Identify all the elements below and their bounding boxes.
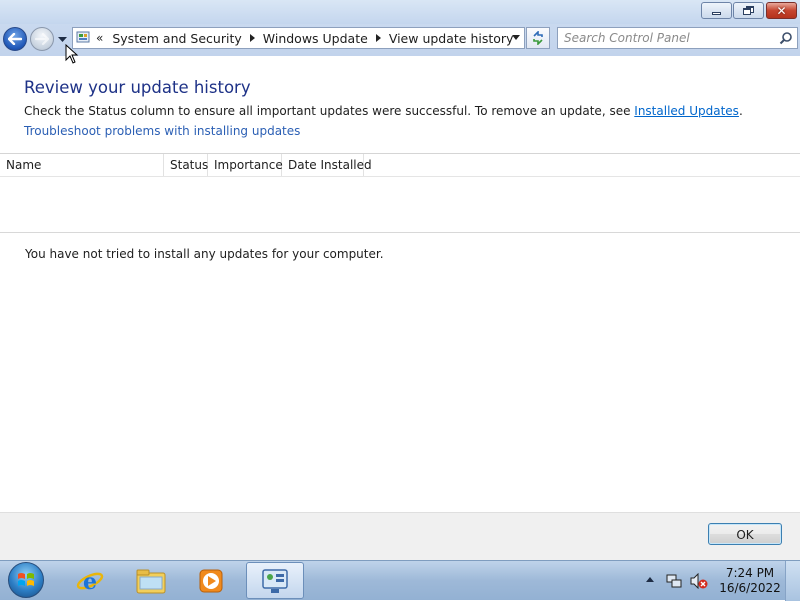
network-icon[interactable]	[666, 573, 682, 589]
windows-explorer-icon	[136, 569, 166, 594]
show-desktop-button[interactable]	[785, 561, 800, 601]
clock-time: 7:24 PM	[725, 566, 775, 580]
minimize-icon	[712, 12, 721, 15]
troubleshoot-link[interactable]: Troubleshoot problems with installing up…	[24, 124, 300, 138]
description-period: .	[738, 104, 743, 118]
back-button[interactable]	[3, 27, 27, 51]
close-icon: ✕	[776, 3, 787, 18]
dialog-footer: OK	[0, 512, 800, 560]
update-list-header: Name Status Importance Date Installed	[0, 153, 800, 177]
description-text: Check the Status column to ensure all im…	[24, 104, 635, 118]
svg-text:e: e	[83, 569, 97, 595]
empty-list-message: You have not tried to install any update…	[25, 247, 384, 261]
search-box[interactable]	[557, 27, 798, 49]
search-input[interactable]	[564, 30, 769, 46]
control-panel-taskbar-button[interactable]	[246, 562, 304, 599]
media-player-taskbar-button[interactable]	[184, 563, 238, 599]
page-title: Review your update history	[24, 78, 251, 97]
mouse-cursor-icon	[65, 44, 79, 64]
breadcrumb-view-update-history[interactable]: View update history	[389, 31, 514, 46]
breadcrumb-windows-update[interactable]: Windows Update	[263, 31, 368, 46]
column-header-importance[interactable]: Importance	[208, 154, 283, 176]
maximize-button[interactable]	[733, 2, 764, 19]
forward-button[interactable]	[30, 27, 54, 51]
internet-explorer-icon: e	[76, 569, 104, 595]
restore-icon	[743, 6, 754, 15]
refresh-button[interactable]	[526, 27, 550, 49]
search-icon[interactable]	[779, 31, 793, 45]
show-hidden-icons-icon[interactable]	[646, 577, 654, 582]
taskbar: e 7:24 PM 16/6/2022	[0, 560, 800, 601]
column-header-status[interactable]: Status	[164, 154, 208, 176]
control-panel-icon	[262, 568, 288, 593]
address-dropdown-icon[interactable]	[512, 35, 520, 40]
windows-explorer-taskbar-button[interactable]	[124, 563, 178, 599]
status-description: Check the Status column to ensure all im…	[24, 104, 743, 118]
navigation-bar: « System and Security Windows Update Vie…	[0, 24, 800, 56]
chevron-down-icon	[58, 37, 67, 42]
column-header-date-installed[interactable]: Date Installed	[282, 154, 372, 176]
close-button[interactable]: ✕	[766, 2, 797, 19]
column-header-name[interactable]: Name	[0, 154, 164, 176]
media-player-icon	[199, 569, 223, 593]
system-tray: 7:24 PM 16/6/2022	[640, 561, 800, 601]
breadcrumb-arrow-icon[interactable]	[249, 34, 255, 42]
list-divider	[0, 232, 800, 233]
breadcrumb-system-and-security[interactable]: System and Security	[112, 31, 241, 46]
main-content: Review your update history Check the Sta…	[0, 56, 800, 512]
forward-arrow-icon	[35, 33, 49, 45]
installed-updates-link[interactable]: Installed Updates	[634, 104, 739, 118]
clock-date: 16/6/2022	[719, 581, 781, 595]
address-bar[interactable]: « System and Security Windows Update Vie…	[72, 27, 525, 49]
windows-logo-icon	[18, 573, 34, 586]
minimize-button[interactable]	[701, 2, 732, 19]
internet-explorer-taskbar-button[interactable]: e	[63, 563, 117, 599]
breadcrumb-arrow-icon[interactable]	[375, 34, 381, 42]
volume-muted-icon[interactable]	[690, 573, 708, 589]
address-overflow-chevron[interactable]: «	[96, 31, 103, 45]
refresh-icon	[533, 31, 543, 45]
clock[interactable]: 7:24 PM 16/6/2022	[716, 566, 784, 596]
start-button[interactable]	[8, 562, 44, 598]
window-titlebar: ✕	[0, 0, 800, 24]
back-arrow-icon	[8, 33, 22, 45]
ok-button[interactable]: OK	[708, 523, 782, 545]
